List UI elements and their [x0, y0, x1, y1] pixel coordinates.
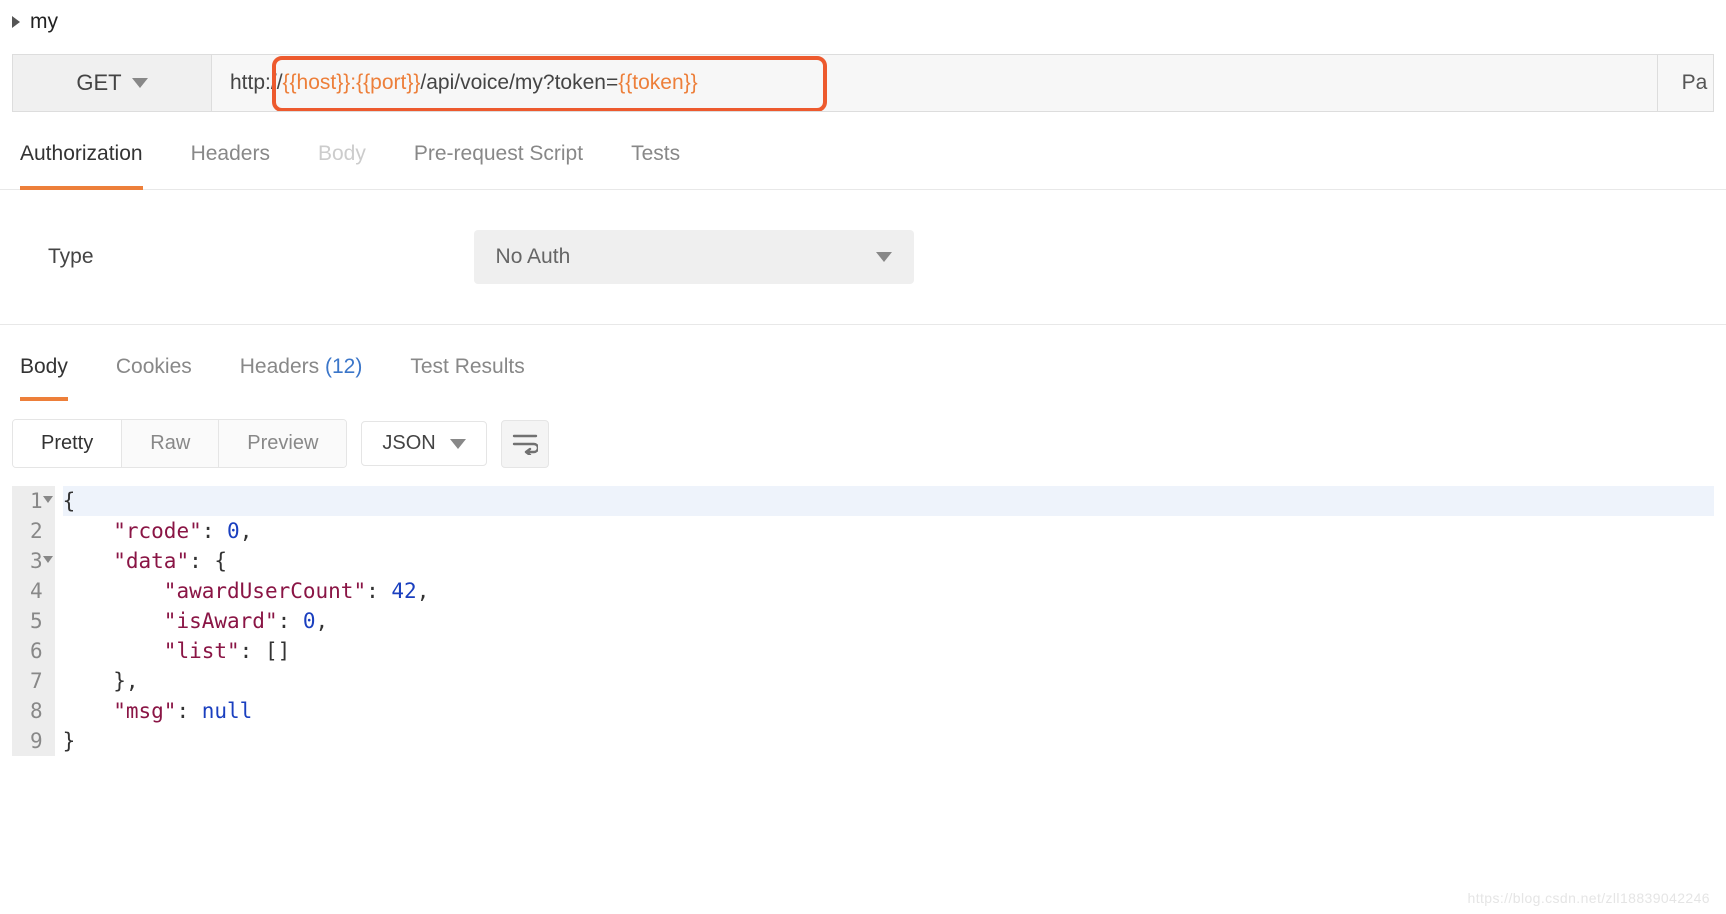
code-line: } [63, 729, 76, 753]
params-label: Pa [1682, 71, 1708, 95]
line-numbers: 1 2 3 456789 [12, 486, 55, 756]
request-tabs: Authorization Headers Body Pre-request S… [0, 112, 1726, 190]
format-raw[interactable]: Raw [122, 420, 219, 467]
request-header: my [0, 0, 1726, 44]
resp-tab-headers-label: Headers [240, 355, 319, 378]
caret-right-icon[interactable] [12, 16, 20, 28]
auth-type-select[interactable]: No Auth [474, 230, 914, 284]
resp-tab-cookies[interactable]: Cookies [116, 355, 192, 397]
http-method-select[interactable]: GET [12, 54, 212, 112]
tab-authorization[interactable]: Authorization [20, 142, 143, 190]
chevron-down-icon [876, 252, 892, 262]
http-method-label: GET [76, 70, 121, 96]
json-number: 0 [227, 519, 240, 543]
params-button[interactable]: Pa [1658, 54, 1714, 112]
resp-tab-headers[interactable]: Headers (12) [240, 355, 363, 397]
response-type-select[interactable]: JSON [361, 421, 486, 466]
response-format-row: Pretty Raw Preview JSON [12, 419, 1714, 468]
fold-toggle[interactable]: 3 [30, 546, 43, 576]
wrap-lines-icon [512, 433, 538, 455]
format-pretty[interactable]: Pretty [13, 420, 122, 467]
json-null: null [202, 699, 253, 723]
tab-body[interactable]: Body [318, 142, 366, 189]
resp-tab-headers-count: (12) [325, 355, 362, 378]
wrap-lines-button[interactable] [501, 420, 549, 468]
code-line: }, [63, 669, 139, 693]
watermark: https://blog.csdn.net/zll18839042246 [1468, 890, 1710, 906]
json-key: "list" [63, 639, 240, 663]
chevron-down-icon [132, 78, 148, 88]
request-name: my [30, 10, 58, 34]
json-key: "isAward" [63, 609, 278, 633]
code-line: { [63, 489, 76, 513]
json-key: "rcode" [63, 519, 202, 543]
annotation-highlight [272, 56, 827, 112]
response-body: 1 2 3 456789 { "rcode": 0, "data": { "aw… [12, 486, 1714, 756]
resp-tab-body[interactable]: Body [20, 355, 68, 401]
json-number: 0 [303, 609, 316, 633]
tab-tests[interactable]: Tests [631, 142, 680, 189]
response-tabs: Body Cookies Headers (12) Test Results [0, 325, 1726, 401]
resp-tab-test-results[interactable]: Test Results [410, 355, 524, 397]
fold-toggle[interactable]: 1 [30, 486, 43, 516]
code-lines[interactable]: { "rcode": 0, "data": { "awardUserCount"… [55, 486, 1714, 756]
auth-section: Type No Auth [0, 190, 1726, 325]
tab-headers[interactable]: Headers [191, 142, 270, 189]
json-key: "awardUserCount" [63, 579, 366, 603]
json-key: "data" [63, 549, 189, 573]
url-bar: GET http://{{host}}:{{port}}/api/voice/m… [12, 54, 1714, 112]
tab-prerequest-script[interactable]: Pre-request Script [414, 142, 583, 189]
chevron-down-icon [450, 439, 466, 449]
response-type-label: JSON [382, 432, 435, 455]
format-group: Pretty Raw Preview [12, 419, 347, 468]
auth-type-selected: No Auth [496, 245, 571, 269]
json-number: 42 [391, 579, 416, 603]
url-input[interactable]: http://{{host}}:{{port}}/api/voice/my?to… [212, 54, 1658, 112]
json-key: "msg" [63, 699, 177, 723]
auth-type-label: Type [48, 245, 94, 269]
format-preview[interactable]: Preview [219, 420, 346, 467]
